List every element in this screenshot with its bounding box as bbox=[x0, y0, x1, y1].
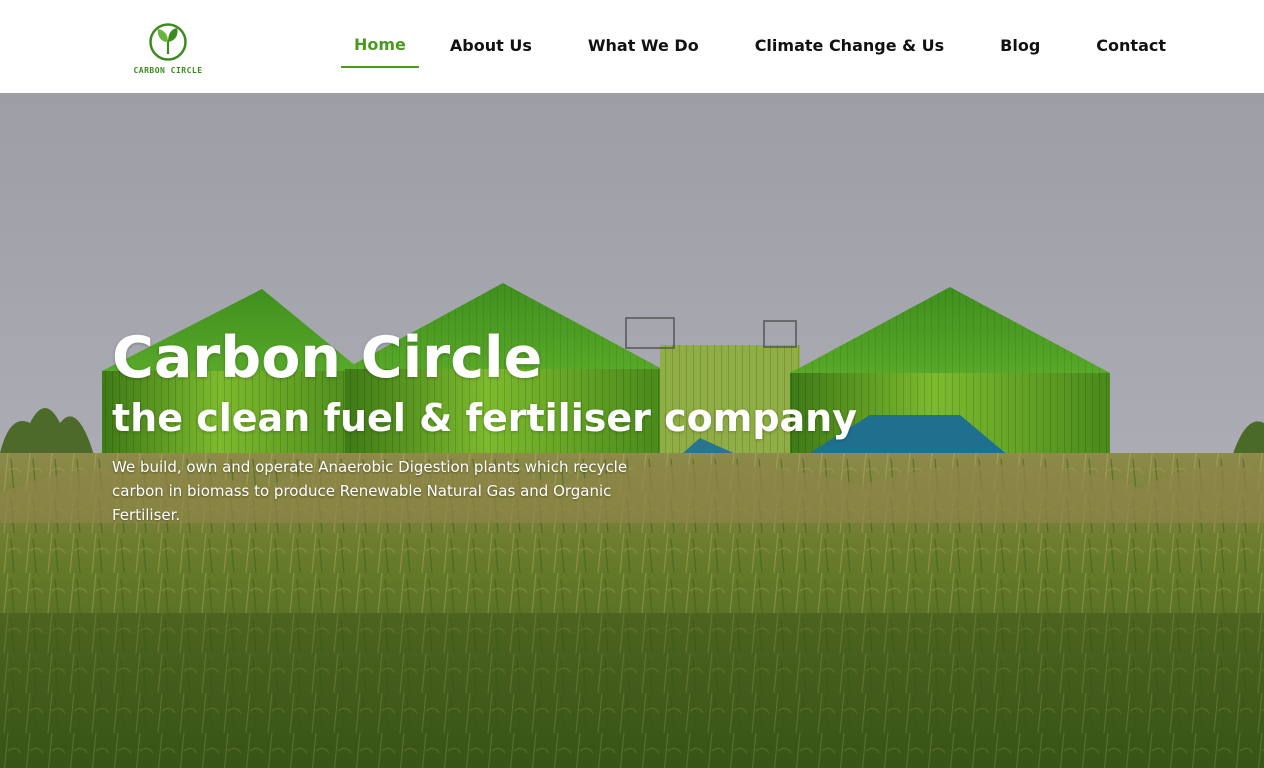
hero-description: We build, own and operate Anaerobic Dige… bbox=[112, 458, 628, 524]
leaf-circle-icon bbox=[149, 23, 187, 61]
hero-subtitle: the clean fuel & fertiliser company bbox=[112, 396, 857, 440]
hero-title: Carbon Circle bbox=[112, 325, 543, 391]
site-header: CARBON CIRCLE Home About Us What We Do C… bbox=[0, 0, 1264, 93]
hero-section: Carbon Circle the clean fuel & fertilise… bbox=[0, 93, 1264, 768]
nav-about-us[interactable]: About Us bbox=[436, 0, 546, 93]
nav-blog[interactable]: Blog bbox=[986, 0, 1054, 93]
nav-home[interactable]: Home bbox=[340, 0, 420, 93]
hero-content: Carbon Circle the clean fuel & fertilise… bbox=[112, 323, 857, 527]
nav-climate-change-us[interactable]: Climate Change & Us bbox=[741, 0, 958, 93]
nav-contact[interactable]: Contact bbox=[1082, 0, 1180, 93]
nav-what-we-do[interactable]: What We Do bbox=[574, 0, 713, 93]
main-nav: Home About Us What We Do Climate Change … bbox=[340, 0, 1180, 93]
logo-link[interactable]: CARBON CIRCLE bbox=[128, 22, 208, 80]
logo-text: CARBON CIRCLE bbox=[133, 66, 203, 75]
